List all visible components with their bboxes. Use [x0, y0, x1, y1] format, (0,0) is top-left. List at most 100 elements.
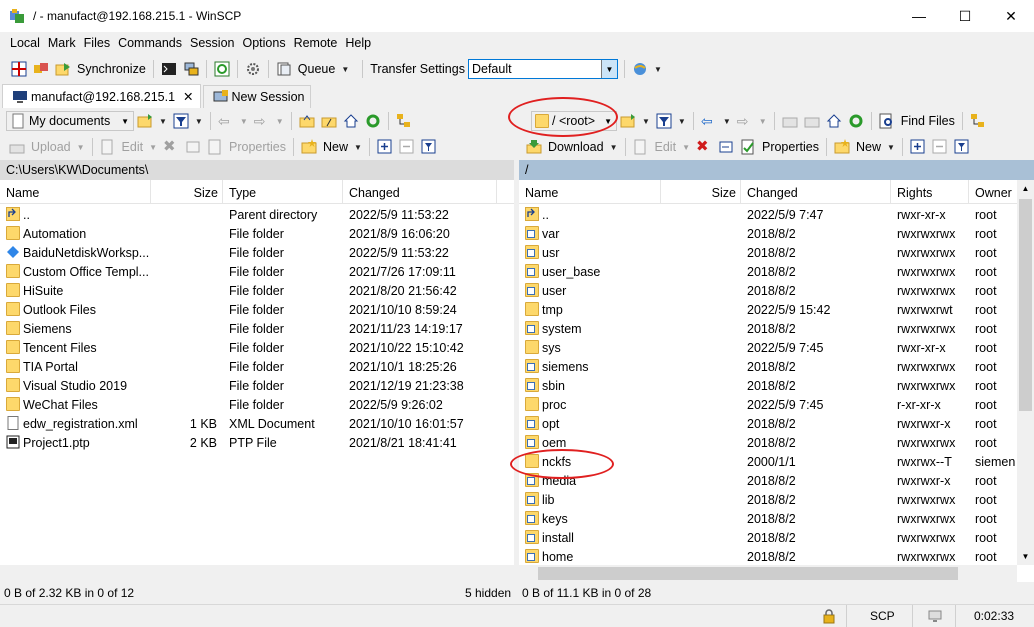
left-horizontal-scrollbar[interactable] [0, 565, 514, 582]
right-col-changed[interactable]: Changed [741, 180, 891, 204]
synchronize-icon[interactable] [55, 61, 71, 77]
left-select-plus-icon[interactable] [377, 139, 393, 155]
menu-remote[interactable]: Remote [290, 36, 342, 50]
right-root-dir-icon[interactable] [804, 113, 820, 129]
left-properties-icon[interactable] [207, 139, 223, 155]
left-open-folder-icon[interactable] [137, 113, 153, 129]
left-col-size[interactable]: Size [151, 180, 223, 204]
right-rename-icon[interactable] [718, 139, 734, 155]
left-col-type[interactable]: Type [223, 180, 343, 204]
right-forward-dropdown-icon[interactable]: ▼ [759, 117, 767, 126]
table-row[interactable]: user_base 2018/8/2 rwxrwxrwx root [519, 263, 1034, 282]
queue-dropdown-icon[interactable]: ▼ [341, 65, 349, 74]
table-row[interactable]: user 2018/8/2 rwxrwxrwx root [519, 282, 1034, 301]
table-row[interactable]: sys 2022/5/9 7:45 rwxr-xr-x root [519, 339, 1034, 358]
right-back-dropdown-icon[interactable]: ▼ [723, 117, 731, 126]
maximize-button[interactable]: ☐ [942, 0, 988, 32]
right-edit-button[interactable]: Edit [655, 140, 677, 154]
left-new-dropdown-icon[interactable]: ▼ [354, 143, 362, 152]
table-row[interactable]: var 2018/8/2 rwxrwxrwx root [519, 225, 1034, 244]
left-location-chevron-icon[interactable]: ▼ [121, 117, 129, 126]
left-parent-dir-icon[interactable] [299, 113, 315, 129]
menu-mark[interactable]: Mark [44, 36, 80, 50]
left-filter-dropdown-icon[interactable]: ▼ [195, 117, 203, 126]
table-row[interactable]: edw_registration.xml 1 KB XML Document 2021… [0, 415, 514, 434]
left-rename-icon[interactable] [185, 139, 201, 155]
right-vertical-scroll-thumb[interactable] [1019, 199, 1032, 411]
right-vertical-scrollbar[interactable]: ▲ ▼ [1017, 180, 1034, 565]
queue-button[interactable]: Queue [298, 62, 336, 76]
left-refresh-icon[interactable] [365, 113, 381, 129]
scroll-up-icon[interactable]: ▲ [1017, 180, 1034, 197]
left-back-arrow-icon[interactable]: ⇦ [218, 113, 234, 129]
putty-icon[interactable] [183, 61, 199, 77]
left-tree-icon[interactable] [396, 113, 412, 129]
left-open-folder-dropdown-icon[interactable]: ▼ [159, 117, 167, 126]
table-row[interactable]: system 2018/8/2 rwxrwxrwx root [519, 320, 1034, 339]
upload-dropdown-icon[interactable]: ▼ [77, 143, 85, 152]
table-row[interactable]: TIA Portal File folder 2021/10/1 18:25:26 [0, 358, 514, 377]
left-back-dropdown-icon[interactable]: ▼ [240, 117, 248, 126]
download-icon[interactable] [526, 139, 542, 155]
right-new-button[interactable]: New [856, 140, 881, 154]
table-row[interactable]: usr 2018/8/2 rwxrwxrwx root [519, 244, 1034, 263]
download-dropdown-icon[interactable]: ▼ [610, 143, 618, 152]
table-row[interactable]: tmp 2022/5/9 15:42 rwxrwxrwt root [519, 301, 1034, 320]
left-edit-dropdown-icon[interactable]: ▼ [149, 143, 157, 152]
right-delete-icon[interactable]: ✖ [696, 139, 712, 155]
left-edit-icon[interactable] [100, 139, 116, 155]
menu-commands[interactable]: Commands [114, 36, 186, 50]
left-filter-icon[interactable] [173, 113, 189, 129]
console-icon[interactable] [161, 61, 177, 77]
left-new-button[interactable]: New [323, 140, 348, 154]
left-new-icon[interactable] [301, 139, 317, 155]
table-row[interactable]: WeChat Files File folder 2022/5/9 9:26:02 [0, 396, 514, 415]
left-unselect-minus-icon[interactable] [399, 139, 415, 155]
right-horizontal-scrollbar[interactable] [519, 565, 1017, 582]
tab-close-icon[interactable]: ✕ [183, 89, 193, 104]
right-tree-icon[interactable] [970, 113, 986, 129]
table-row[interactable]: Custom Office Templ... File folder 2021/7/… [0, 263, 514, 282]
right-unselect-minus-icon[interactable] [932, 139, 948, 155]
preferences-gear-icon[interactable] [245, 61, 261, 77]
table-row[interactable]: Automation File folder 2021/8/9 16:06:20 [0, 225, 514, 244]
chevron-down-icon[interactable]: ▼ [600, 60, 617, 78]
upload-button[interactable]: Upload [31, 140, 71, 154]
scroll-down-icon[interactable]: ▼ [1017, 548, 1034, 565]
table-row[interactable]: install 2018/8/2 rwxrwxrwx root [519, 529, 1034, 548]
menu-files[interactable]: Files [80, 36, 114, 50]
table-row[interactable]: Siemens File folder 2021/11/23 14:19:17 [0, 320, 514, 339]
right-home-icon[interactable] [826, 113, 842, 129]
transfer-settings-select[interactable]: Default ▼ [467, 59, 618, 79]
left-filter-mask-icon[interactable] [421, 139, 437, 155]
right-forward-arrow-icon[interactable]: ⇨ [737, 113, 753, 129]
right-col-name[interactable]: Name [519, 180, 661, 204]
table-row[interactable]: Tencent Files File folder 2021/10/22 15:10… [0, 339, 514, 358]
left-forward-arrow-icon[interactable]: ⇨ [254, 113, 270, 129]
right-open-folder-icon[interactable] [620, 113, 636, 129]
compare-directories-icon[interactable] [11, 61, 27, 77]
find-files-icon[interactable] [879, 113, 895, 129]
minimize-button[interactable]: — [896, 0, 942, 32]
table-row[interactable]: Visual Studio 2019 File folder 2021/12/19 … [0, 377, 514, 396]
table-row[interactable]: Outlook Files File folder 2021/10/10 8:59:… [0, 301, 514, 320]
right-refresh-icon[interactable] [848, 113, 864, 129]
table-row[interactable]: proc 2022/5/9 7:45 r-xr-xr-x root [519, 396, 1034, 415]
right-properties-button[interactable]: Properties [762, 140, 819, 154]
right-filter-mask-icon[interactable] [954, 139, 970, 155]
find-files-button[interactable]: Find Files [901, 114, 955, 128]
close-button[interactable]: ✕ [988, 0, 1034, 32]
right-edit-dropdown-icon[interactable]: ▼ [682, 143, 690, 152]
right-col-size[interactable]: Size [661, 180, 741, 204]
left-forward-dropdown-icon[interactable]: ▼ [276, 117, 284, 126]
right-filter-dropdown-icon[interactable]: ▼ [678, 117, 686, 126]
table-row[interactable]: opt 2018/8/2 rwxrwxr-x root [519, 415, 1034, 434]
right-open-folder-dropdown-icon[interactable]: ▼ [642, 117, 650, 126]
table-row[interactable]: .. Parent directory 2022/5/9 11:53:22 [0, 206, 514, 225]
table-row[interactable]: .. 2022/5/9 7:47 rwxr-xr-x root [519, 206, 1034, 225]
left-col-changed[interactable]: Changed [343, 180, 497, 204]
upload-icon[interactable] [9, 139, 25, 155]
left-edit-button[interactable]: Edit [122, 140, 144, 154]
left-properties-button[interactable]: Properties [229, 140, 286, 154]
synchronize-browsing-icon[interactable] [33, 61, 49, 77]
